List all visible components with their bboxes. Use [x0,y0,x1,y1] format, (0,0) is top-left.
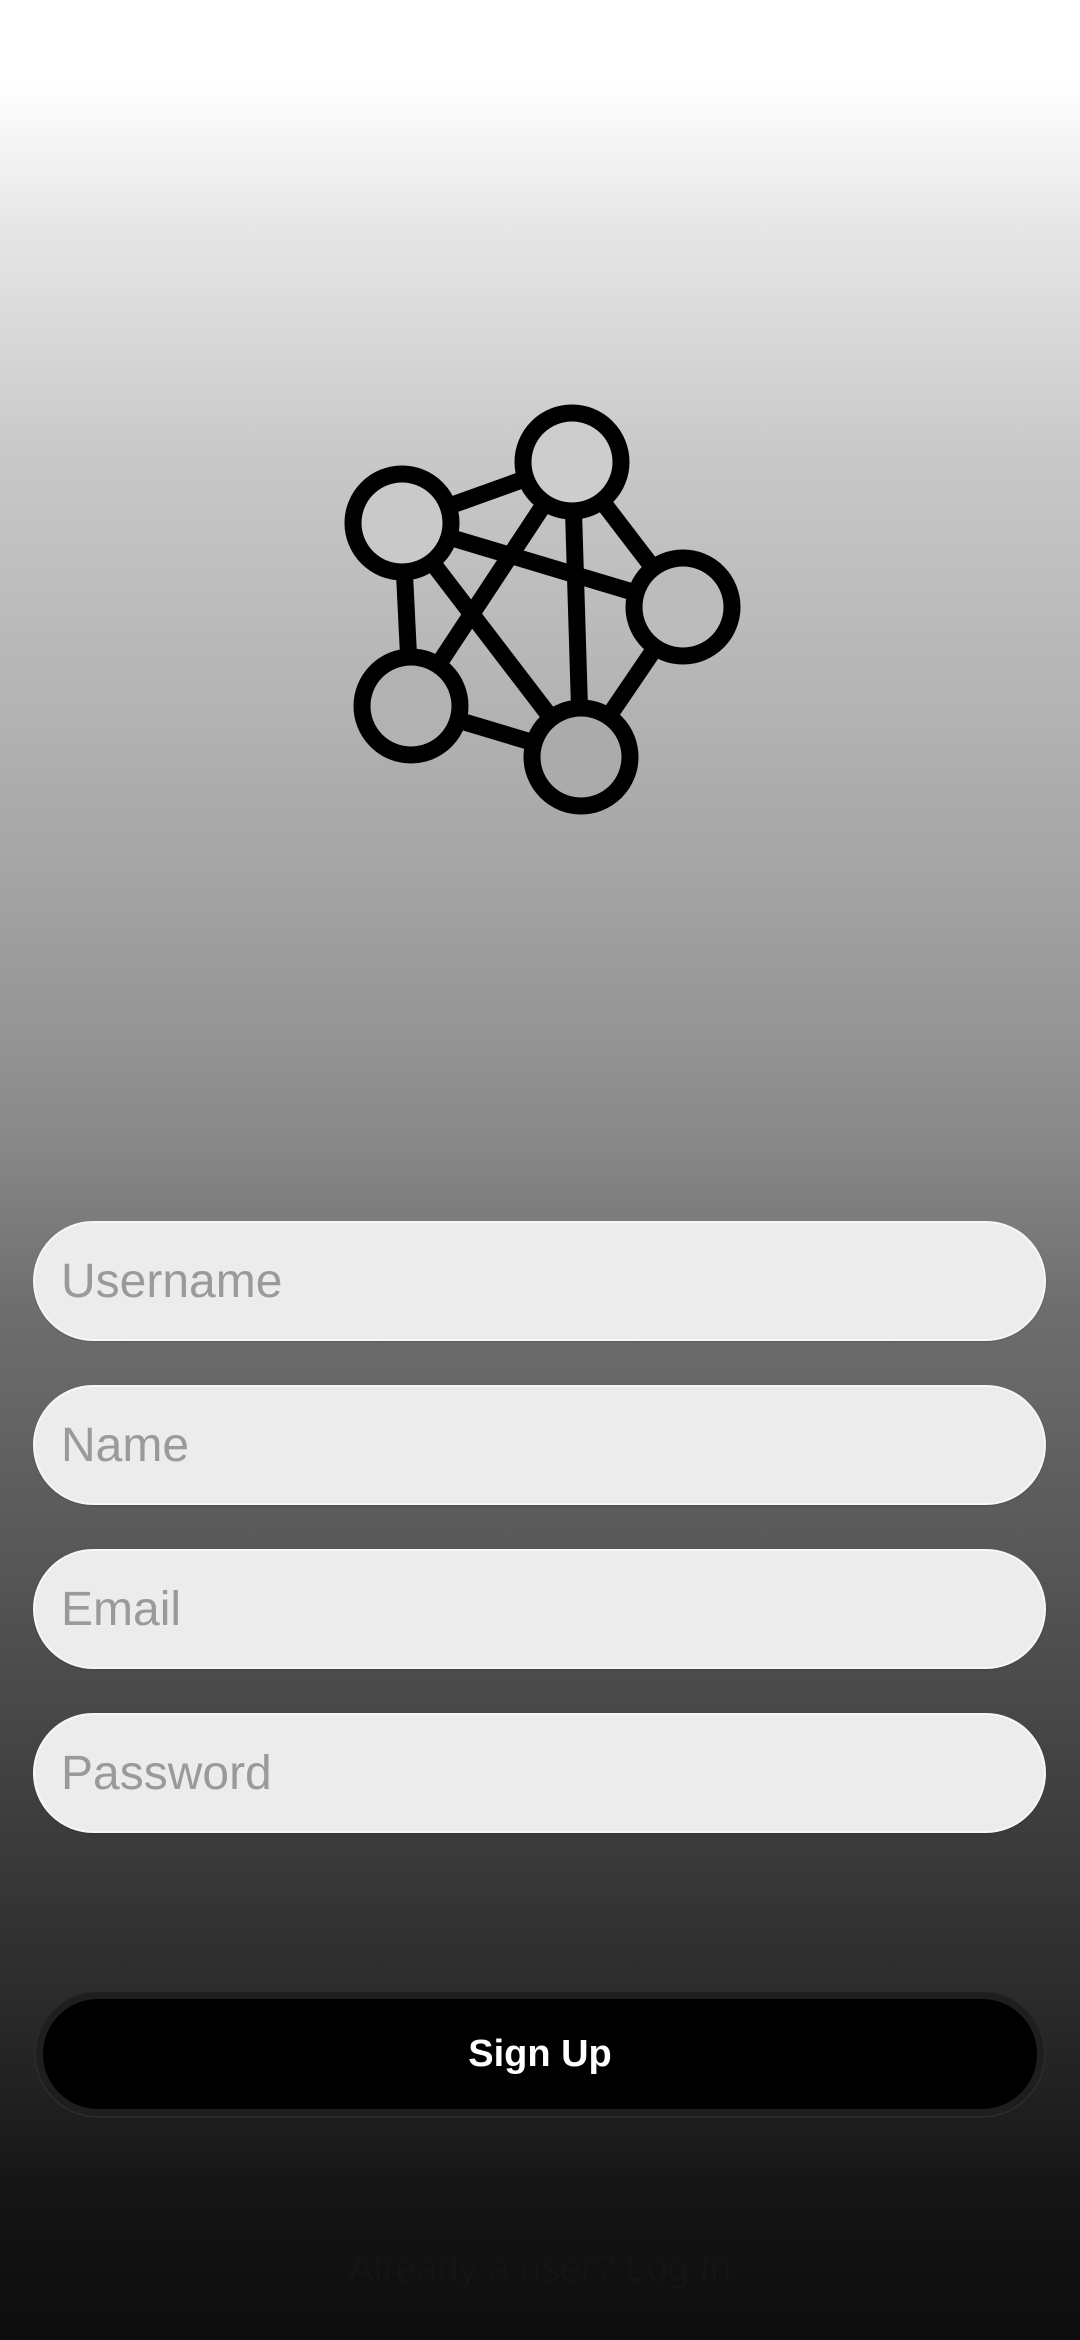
password-input[interactable] [35,1715,1044,1831]
sign-up-button[interactable]: Sign Up [36,1992,1044,2116]
login-prompt-text: Already a user? [348,2248,615,2290]
network-nodes-icon [344,404,741,815]
username-field[interactable] [33,1221,1046,1341]
email-field[interactable] [33,1549,1046,1669]
sign-up-button-label: Sign Up [468,2032,612,2075]
name-input[interactable] [35,1387,1044,1503]
app-logo [330,390,760,830]
email-input[interactable] [35,1551,1044,1667]
name-field[interactable] [33,1385,1046,1505]
login-prompt: Already a user? Log In [0,2248,1080,2291]
login-link[interactable]: Log In [626,2248,732,2290]
password-field[interactable] [33,1713,1046,1833]
username-input[interactable] [35,1223,1044,1339]
